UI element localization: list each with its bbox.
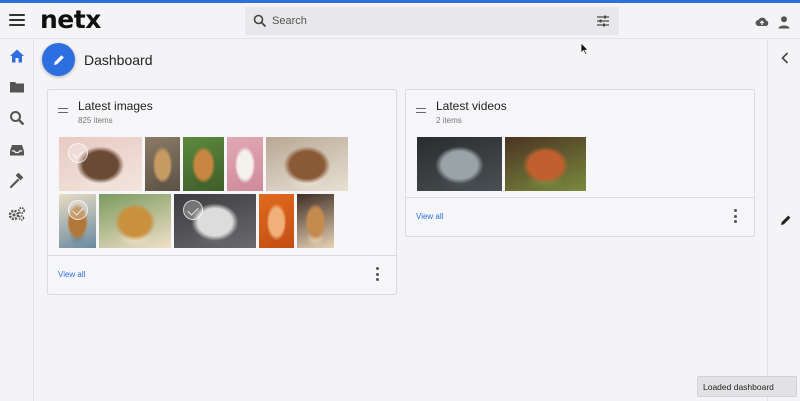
thumbnail-dog-samoyed-pink[interactable] — [227, 137, 263, 191]
chevron-left-icon[interactable] — [780, 52, 790, 64]
card-item-count: 825 items — [78, 116, 113, 125]
thumbnail-video-machinery[interactable] — [417, 137, 502, 191]
view-all-videos-link[interactable]: View all — [416, 212, 443, 221]
latest-videos-card: Latest videos 2 items View all — [405, 89, 755, 237]
status-toast: Loaded dashboard — [697, 376, 797, 397]
nav-inbox[interactable] — [7, 140, 27, 160]
search-bar — [245, 7, 619, 35]
thumbnail-dog-beagle-smile[interactable] — [99, 194, 171, 248]
card-divider — [48, 255, 396, 256]
more-options-icon[interactable] — [734, 209, 738, 223]
nav-settings[interactable] — [7, 204, 27, 224]
left-navigation — [0, 40, 34, 401]
drag-handle-icon[interactable] — [58, 108, 68, 113]
select-check-icon[interactable] — [183, 200, 203, 220]
thumbnail-video-red-panda[interactable] — [505, 137, 586, 191]
thumbnail-dog-spaniel-street[interactable] — [145, 137, 180, 191]
page-title: Dashboard — [84, 52, 153, 68]
view-all-images-link[interactable]: View all — [58, 270, 85, 279]
nav-tools[interactable] — [7, 171, 27, 191]
edit-dashboard-button[interactable] — [42, 43, 75, 76]
hammer-icon — [9, 173, 24, 189]
pencil-icon[interactable] — [780, 214, 792, 226]
nav-folders[interactable] — [7, 77, 27, 97]
top-bar: netx — [0, 3, 800, 39]
menu-icon[interactable] — [8, 11, 26, 29]
thumbnail-dog-chihuahua-orange[interactable] — [259, 194, 294, 248]
card-divider — [406, 197, 754, 198]
thumbnail-dog-terrier-pink[interactable] — [59, 137, 142, 191]
user-icon[interactable] — [777, 15, 791, 29]
thumbnail-dog-pitbull-road[interactable] — [174, 194, 256, 248]
gears-icon — [8, 207, 25, 221]
right-panel — [767, 40, 800, 401]
inbox-icon — [10, 145, 24, 156]
select-check-icon[interactable] — [68, 143, 88, 163]
search-icon — [253, 14, 267, 28]
nav-home[interactable] — [7, 46, 27, 66]
search-nav-icon — [10, 111, 25, 126]
thumbnail-dog-beagle-puppy[interactable] — [297, 194, 334, 248]
card-title: Latest images — [78, 99, 153, 113]
thumbnail-dog-collie-field[interactable] — [266, 137, 348, 191]
thumbnail-dog-beach-running[interactable] — [59, 194, 96, 248]
home-icon — [10, 49, 24, 63]
drag-handle-icon[interactable] — [416, 108, 426, 113]
pencil-icon — [53, 54, 64, 65]
latest-images-card: Latest images 825 items View all — [47, 89, 397, 295]
nav-search[interactable] — [7, 108, 27, 128]
more-options-icon[interactable] — [376, 267, 380, 281]
select-check-icon[interactable] — [68, 200, 88, 220]
thumbnail-dog-corgi-grass[interactable] — [183, 137, 224, 191]
mouse-cursor-icon — [580, 42, 590, 56]
search-input[interactable] — [272, 7, 572, 35]
filter-icon[interactable] — [597, 15, 609, 27]
app-logo[interactable]: netx — [40, 5, 101, 34]
card-item-count: 2 items — [436, 116, 462, 125]
folder-icon — [10, 82, 24, 93]
card-title: Latest videos — [436, 99, 507, 113]
cloud-upload-icon[interactable] — [755, 15, 769, 29]
